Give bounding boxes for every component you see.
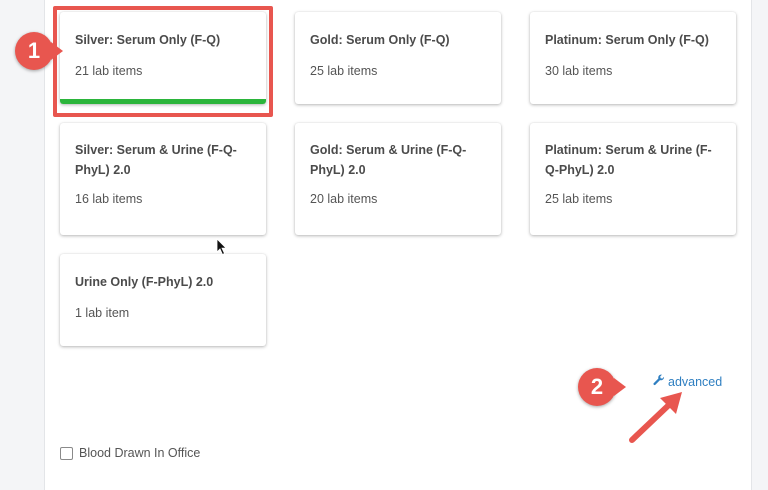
panel-card-platinum-serum-urine[interactable]: Platinum: Serum & Urine (F-Q-PhyL) 2.0 2…	[530, 123, 736, 235]
card-count: 30 lab items	[545, 64, 613, 78]
card-count: 20 lab items	[310, 192, 378, 206]
panel-card-platinum-serum[interactable]: Platinum: Serum Only (F-Q) 30 lab items	[530, 12, 736, 104]
card-title: Gold: Serum Only (F-Q)	[310, 33, 450, 47]
panel-card-urine-only[interactable]: Urine Only (F-PhyL) 2.0 1 lab item	[60, 254, 266, 346]
annotation-highlight-box	[53, 6, 273, 117]
card-count: 1 lab item	[75, 306, 130, 320]
blood-drawn-row: Blood Drawn In Office	[60, 446, 200, 460]
card-title: Gold: Serum & Urine (F-Q-PhyL) 2.0	[310, 143, 467, 177]
blood-drawn-label[interactable]: Blood Drawn In Office	[79, 446, 200, 460]
card-count: 16 lab items	[75, 192, 143, 206]
advanced-link-label: advanced	[668, 374, 723, 389]
annotation-badge-2: 2	[578, 368, 616, 406]
card-count: 25 lab items	[310, 64, 378, 78]
annotation-badge-1: 1	[15, 32, 53, 70]
panel-card-silver-serum-urine[interactable]: Silver: Serum & Urine (F-Q-PhyL) 2.0 16 …	[60, 123, 266, 235]
mouse-cursor-icon	[216, 238, 228, 256]
card-title: Platinum: Serum Only (F-Q)	[545, 33, 709, 47]
card-title: Silver: Serum & Urine (F-Q-PhyL) 2.0	[75, 143, 237, 177]
annotation-badge-1-pointer	[51, 42, 63, 60]
annotation-arrow	[629, 392, 682, 443]
advanced-link[interactable]: advanced	[653, 374, 722, 389]
blood-drawn-checkbox[interactable]	[60, 446, 73, 460]
panel-card-gold-serum-urine[interactable]: Gold: Serum & Urine (F-Q-PhyL) 2.0 20 la…	[295, 123, 501, 235]
panel-card-gold-serum[interactable]: Gold: Serum Only (F-Q) 25 lab items	[295, 12, 501, 104]
card-title: Urine Only (F-PhyL) 2.0	[75, 275, 214, 289]
card-title: Platinum: Serum & Urine (F-Q-PhyL) 2.0	[545, 143, 712, 177]
wrench-icon	[653, 374, 665, 389]
card-count: 25 lab items	[545, 192, 613, 206]
